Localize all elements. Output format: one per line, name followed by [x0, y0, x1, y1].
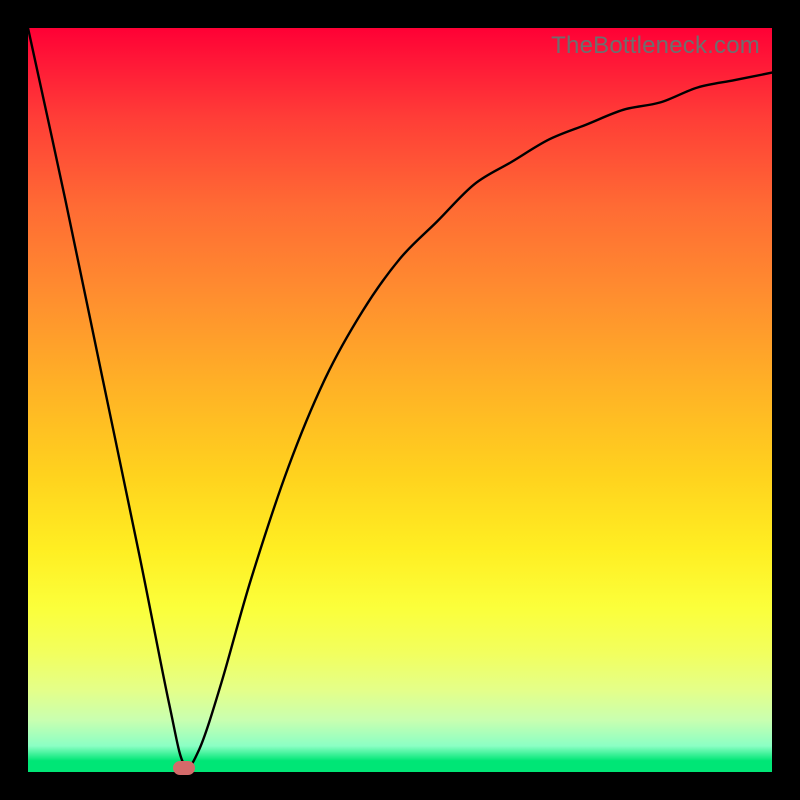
optimum-marker	[173, 761, 195, 775]
plot-area: TheBottleneck.com	[28, 28, 772, 772]
chart-frame: TheBottleneck.com	[0, 0, 800, 800]
bottleneck-curve	[28, 28, 772, 772]
curve-path	[28, 28, 772, 767]
